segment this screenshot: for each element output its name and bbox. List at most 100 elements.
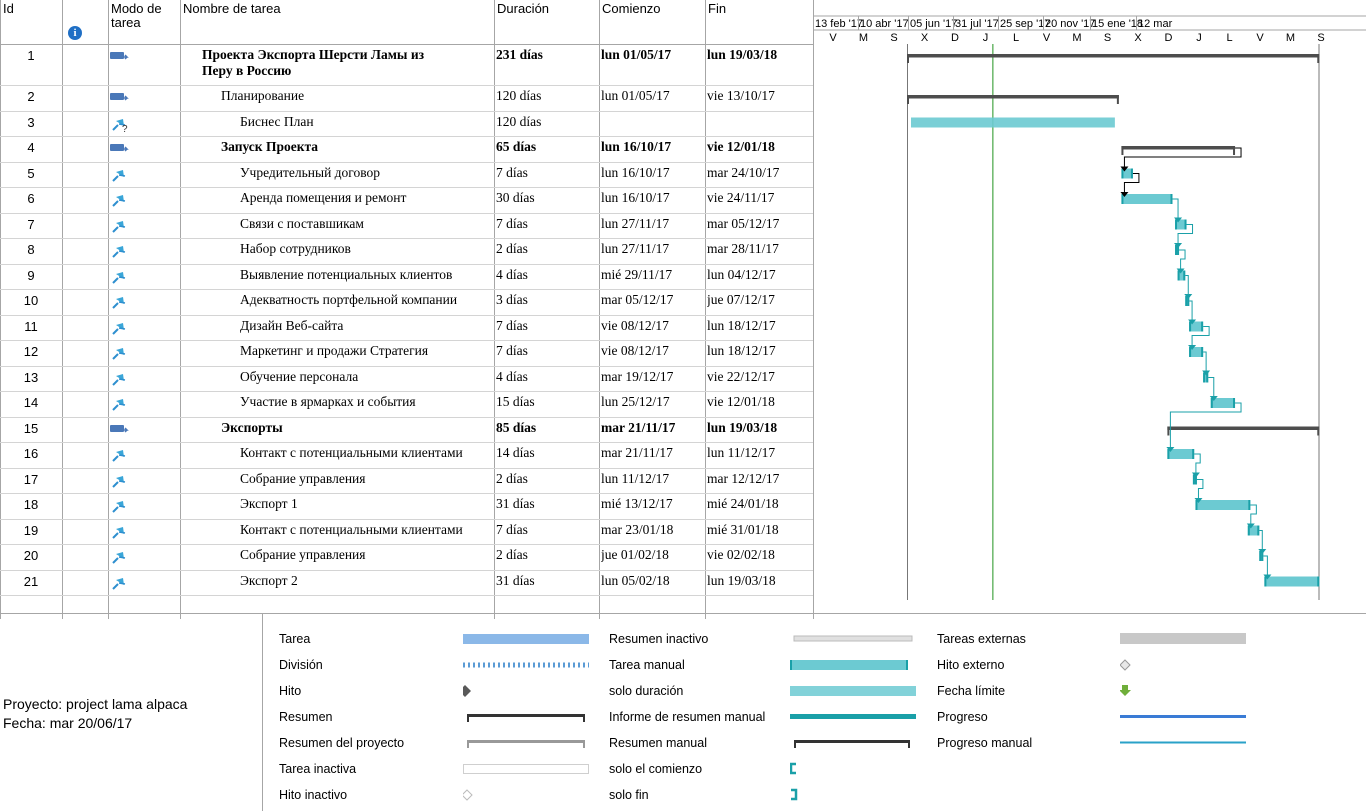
- summary-bar-start-cap: [1167, 426, 1170, 436]
- project-label: Proyecto: project lama alpaca: [3, 696, 188, 712]
- manual-task-start-edge: [1192, 474, 1195, 485]
- summary-swatch: [467, 714, 585, 722]
- manual-task-start-edge: [1203, 372, 1206, 383]
- legend-label: solo fin: [609, 788, 649, 802]
- manual-task-end-edge: [1130, 168, 1133, 179]
- deadline-swatch: [1120, 685, 1131, 696]
- manual-task-start-edge: [1189, 321, 1192, 332]
- legend-label: División: [279, 658, 323, 672]
- split-swatch: [463, 662, 589, 668]
- legend-label: Resumen: [279, 710, 333, 724]
- manual-progress-swatch: [1120, 741, 1246, 744]
- dependency-link: [1208, 377, 1215, 397]
- duration-only-bar[interactable]: [911, 117, 1115, 128]
- dependency-link: [1196, 479, 1204, 499]
- task-swatch: [463, 634, 589, 644]
- manual-task-start-edge: [1121, 194, 1124, 204]
- dependency-link: [1259, 530, 1263, 550]
- dependency-link: [1194, 453, 1201, 474]
- manual-task-start-edge: [1210, 398, 1213, 408]
- summary-bar[interactable]: [907, 95, 1119, 99]
- summary-bar-start-cap: [907, 95, 909, 104]
- legend-label: Informe de resumen manual: [609, 710, 766, 724]
- milestone-swatch: [463, 685, 471, 697]
- summary-bar-end-cap: [1116, 95, 1119, 104]
- legend-label: Progreso manual: [937, 736, 1033, 750]
- manual-task-bar[interactable]: [1195, 500, 1251, 510]
- manual-task-end-edge: [1183, 270, 1186, 281]
- start-only-swatch: [790, 762, 796, 775]
- manual-task-start-edge: [1177, 270, 1180, 281]
- legend-label: Hito: [279, 684, 302, 698]
- manual-task-start-edge: [1264, 576, 1267, 587]
- manual-task-start-edge: [1175, 219, 1178, 230]
- manual-task-end-edge: [1317, 576, 1320, 587]
- dependency-link: [1185, 275, 1189, 295]
- dependency-link: [1169, 402, 1242, 448]
- legend-label: Hito inactivo: [279, 788, 348, 802]
- finish-only-swatch: [791, 788, 798, 801]
- legend-label: Resumen inactivo: [609, 632, 709, 646]
- manual-task-bar[interactable]: [1264, 576, 1320, 587]
- gantt-view: Id i Modo de tarea Nombre de tarea Durac…: [0, 0, 1366, 811]
- legend-divider: [262, 614, 263, 811]
- inactive-task-swatch: [463, 764, 589, 774]
- manual-summary-rollup-swatch: [790, 714, 916, 719]
- manual-task-end-edge: [1192, 449, 1195, 459]
- dependency-link: [1189, 300, 1193, 321]
- legend-label: Resumen manual: [609, 736, 707, 750]
- legend-label: Resumen del proyecto: [279, 736, 405, 750]
- manual-task-end-edge: [1233, 398, 1236, 408]
- manual-task-end-edge: [1184, 219, 1187, 230]
- dependency-link: [1250, 504, 1257, 525]
- manual-task-start-edge: [1121, 168, 1124, 179]
- manual-summary-swatch: [794, 740, 910, 748]
- gantt-chart: [813, 15, 1366, 600]
- manual-task-end-edge: [1248, 500, 1251, 510]
- legend-label: solo duración: [609, 684, 684, 698]
- manual-task-start-edge: [1189, 347, 1192, 357]
- dependency-link: [1203, 351, 1207, 372]
- duration-only-swatch: [790, 686, 916, 696]
- summary-bar-end-cap: [1233, 146, 1236, 155]
- manual-task-end-edge: [1257, 525, 1260, 536]
- manual-task-start-edge: [1259, 551, 1262, 561]
- summary-bar[interactable]: [1167, 426, 1320, 431]
- project-summary-swatch: [467, 740, 585, 748]
- legend-label: Tareas externas: [937, 632, 1026, 646]
- dependency-link: [1179, 249, 1186, 270]
- legend: Proyecto: project lama alpaca Fecha: mar…: [0, 613, 1366, 811]
- date-label: Fecha: mar 20/06/17: [3, 715, 133, 731]
- legend-label: Hito externo: [937, 658, 1005, 672]
- inactive-milestone-swatch: [463, 789, 473, 801]
- dependency-link: [1172, 198, 1179, 219]
- manual-task-end-edge: [1170, 194, 1173, 204]
- manual-task-swatch: [790, 660, 908, 670]
- manual-task-start-edge: [1175, 245, 1178, 255]
- progress-swatch: [1120, 715, 1246, 718]
- legend-label: Tarea inactiva: [279, 762, 357, 776]
- manual-task-start-edge: [1247, 525, 1250, 536]
- external-milestone-swatch: [1120, 659, 1131, 671]
- manual-task-end-edge: [1201, 321, 1204, 332]
- summary-bar[interactable]: [1121, 146, 1236, 150]
- summary-bar-start-cap: [1121, 146, 1124, 155]
- external-task-swatch: [1120, 633, 1246, 644]
- manual-task-start-edge: [1185, 296, 1188, 306]
- manual-task-start-edge: [1195, 500, 1198, 510]
- legend-label: solo el comienzo: [609, 762, 703, 776]
- legend-label: Fecha límite: [937, 684, 1006, 698]
- legend-label: Tarea: [279, 632, 311, 646]
- summary-bar[interactable]: [907, 54, 1320, 58]
- dependency-link: [1263, 555, 1268, 576]
- legend-label: Progreso: [937, 710, 988, 724]
- manual-task-start-edge: [1167, 449, 1170, 459]
- manual-task-end-edge: [1201, 347, 1204, 357]
- inactive-summary-swatch: [793, 635, 913, 642]
- summary-bar-start-cap: [907, 54, 909, 63]
- manual-task-bar[interactable]: [1121, 194, 1173, 204]
- summary-bar-end-cap: [1317, 54, 1320, 63]
- dependency-link: [1123, 147, 1242, 168]
- summary-bar-end-cap: [1317, 426, 1320, 436]
- legend-label: Tarea manual: [609, 658, 685, 672]
